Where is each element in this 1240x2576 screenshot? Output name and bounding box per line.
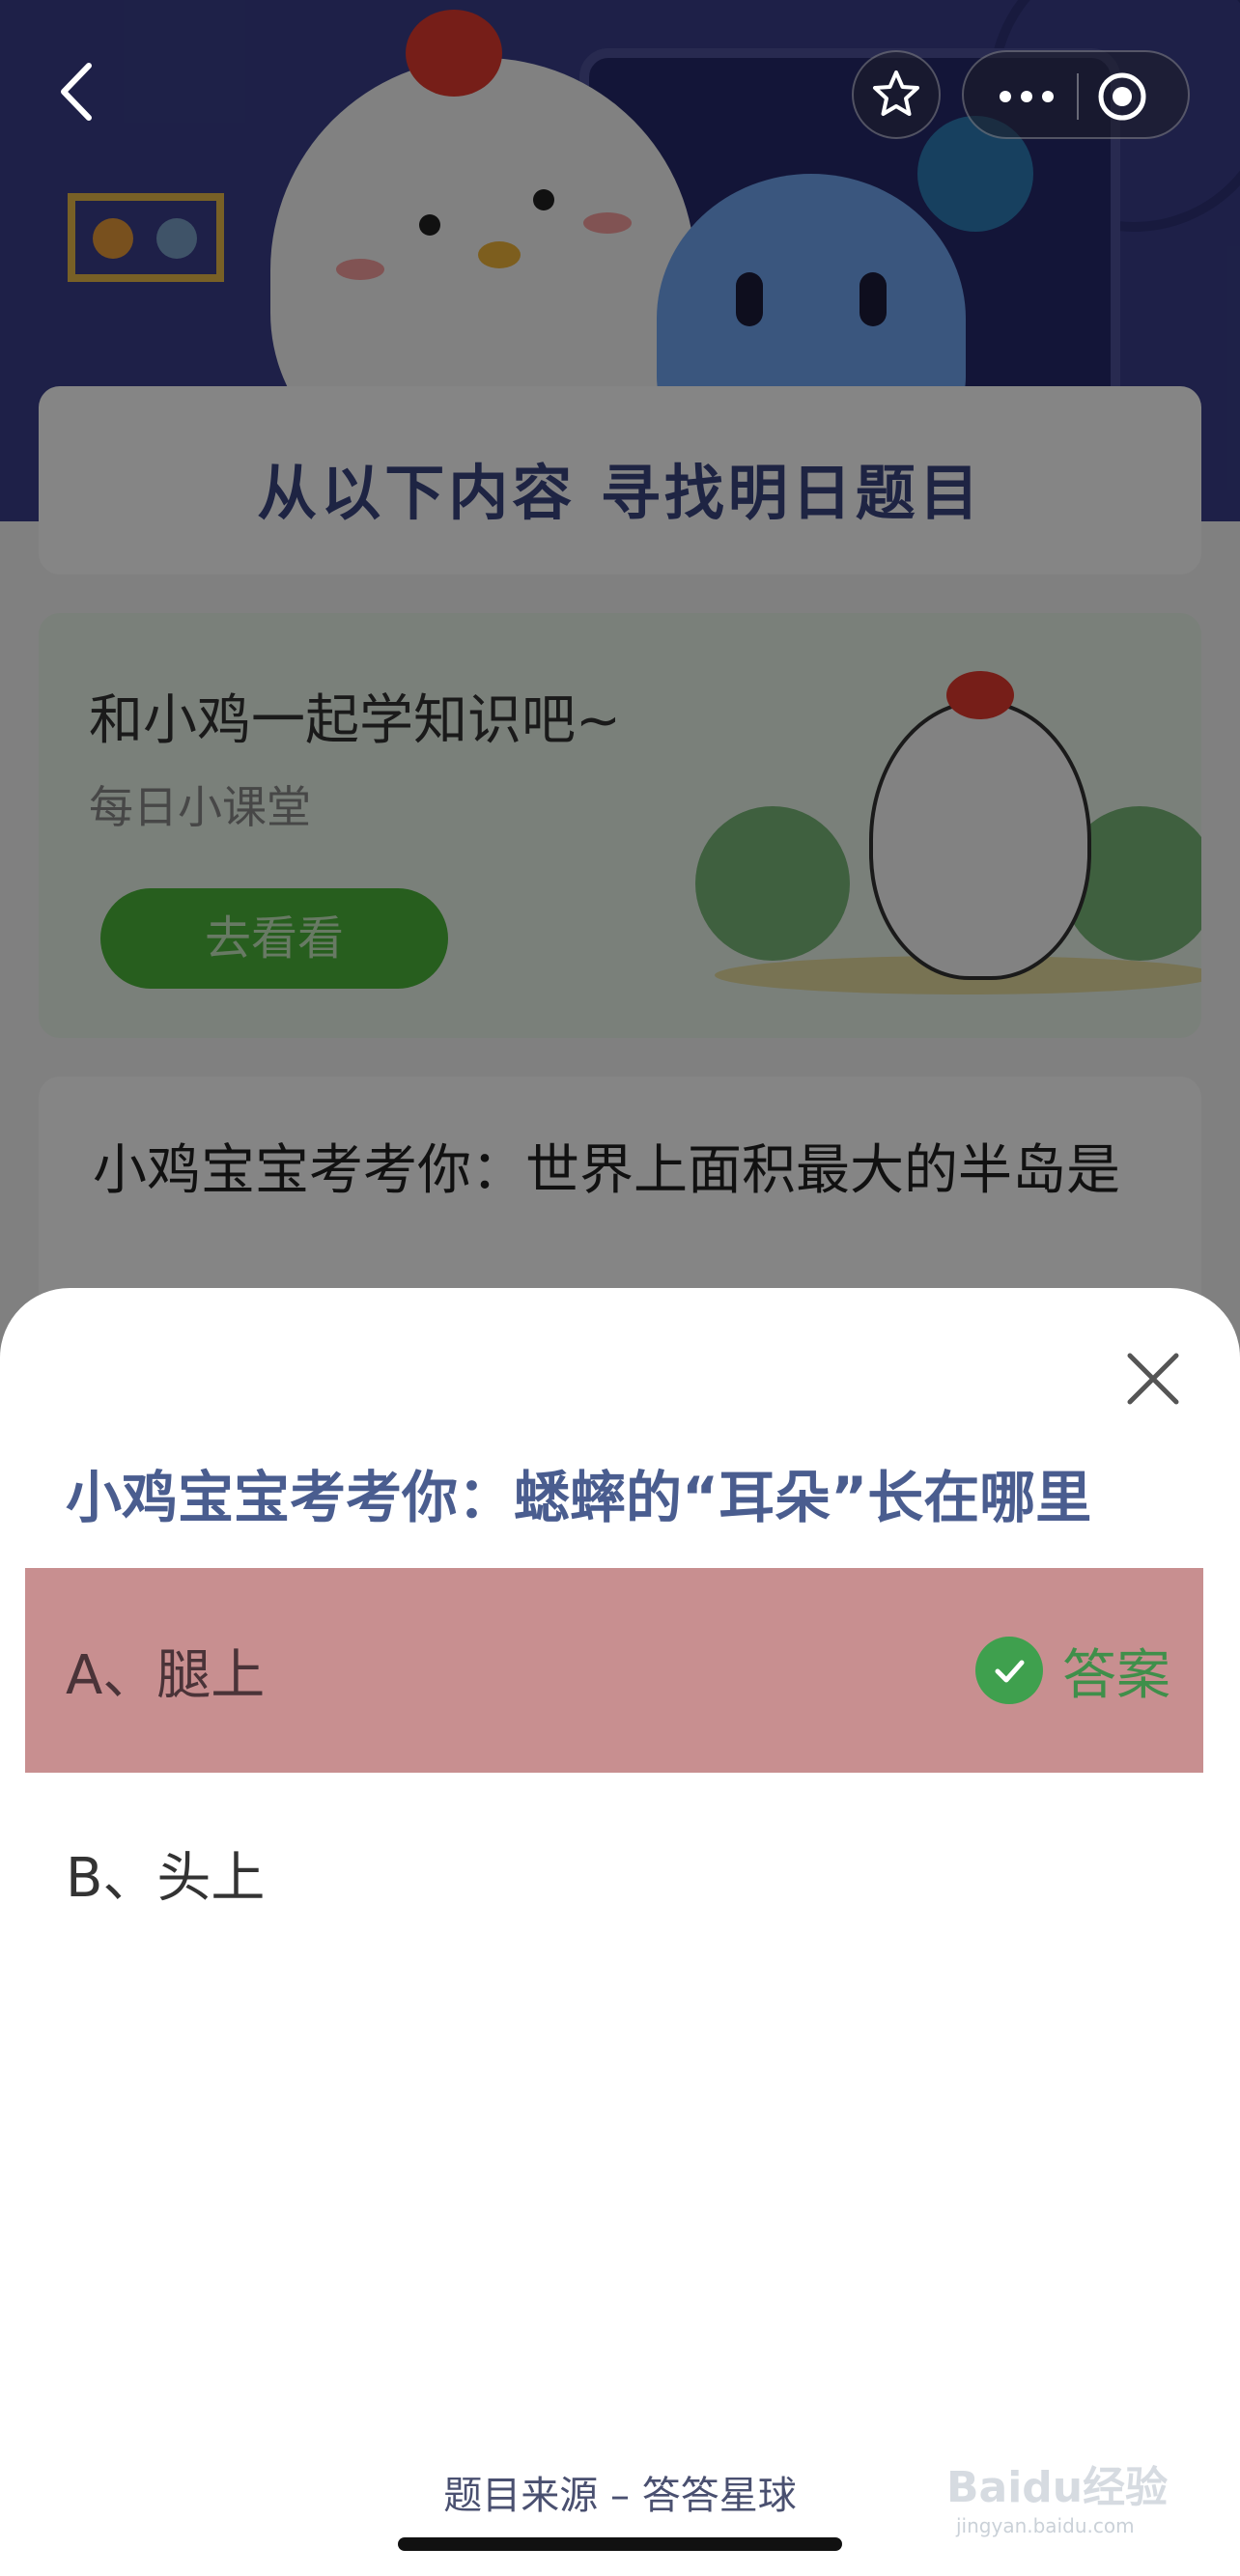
mini-program-capsule: [962, 50, 1190, 139]
answer-sheet: 小鸡宝宝考考你：蟋蟀的“耳朵”长在哪里 A、腿上 答案 B、头上: [0, 1288, 1240, 2576]
more-dots-icon: [1000, 91, 1054, 102]
target-circle-icon: [1098, 72, 1146, 121]
exit-mini-program-button[interactable]: [1093, 68, 1151, 126]
check-icon: [975, 1637, 1043, 1704]
close-icon: [1127, 1353, 1179, 1405]
option-b-label: B、头上: [66, 1846, 266, 1910]
option-a[interactable]: A、腿上 答案: [25, 1568, 1203, 1773]
watermark-url: jingyan.baidu.com: [956, 2514, 1135, 2537]
back-button[interactable]: [48, 58, 106, 126]
option-b[interactable]: B、头上: [25, 1771, 1203, 1975]
chevron-left-icon: [61, 63, 92, 121]
answer-tag: 答案: [975, 1568, 1170, 1773]
option-a-label: A、腿上: [66, 1643, 266, 1707]
star-icon: [873, 70, 919, 116]
home-indicator[interactable]: [398, 2537, 842, 2551]
sheet-close-button[interactable]: [1122, 1348, 1184, 1410]
answer-label: 答案: [1062, 1643, 1170, 1707]
more-button[interactable]: [985, 71, 1068, 122]
capsule-divider: [1077, 73, 1079, 120]
watermark-logo: Baidu经验: [946, 2463, 1169, 2512]
quiz-question: 小鸡宝宝考考你：蟋蟀的“耳朵”长在哪里: [66, 1465, 1092, 1530]
favorite-button[interactable]: [852, 50, 941, 139]
